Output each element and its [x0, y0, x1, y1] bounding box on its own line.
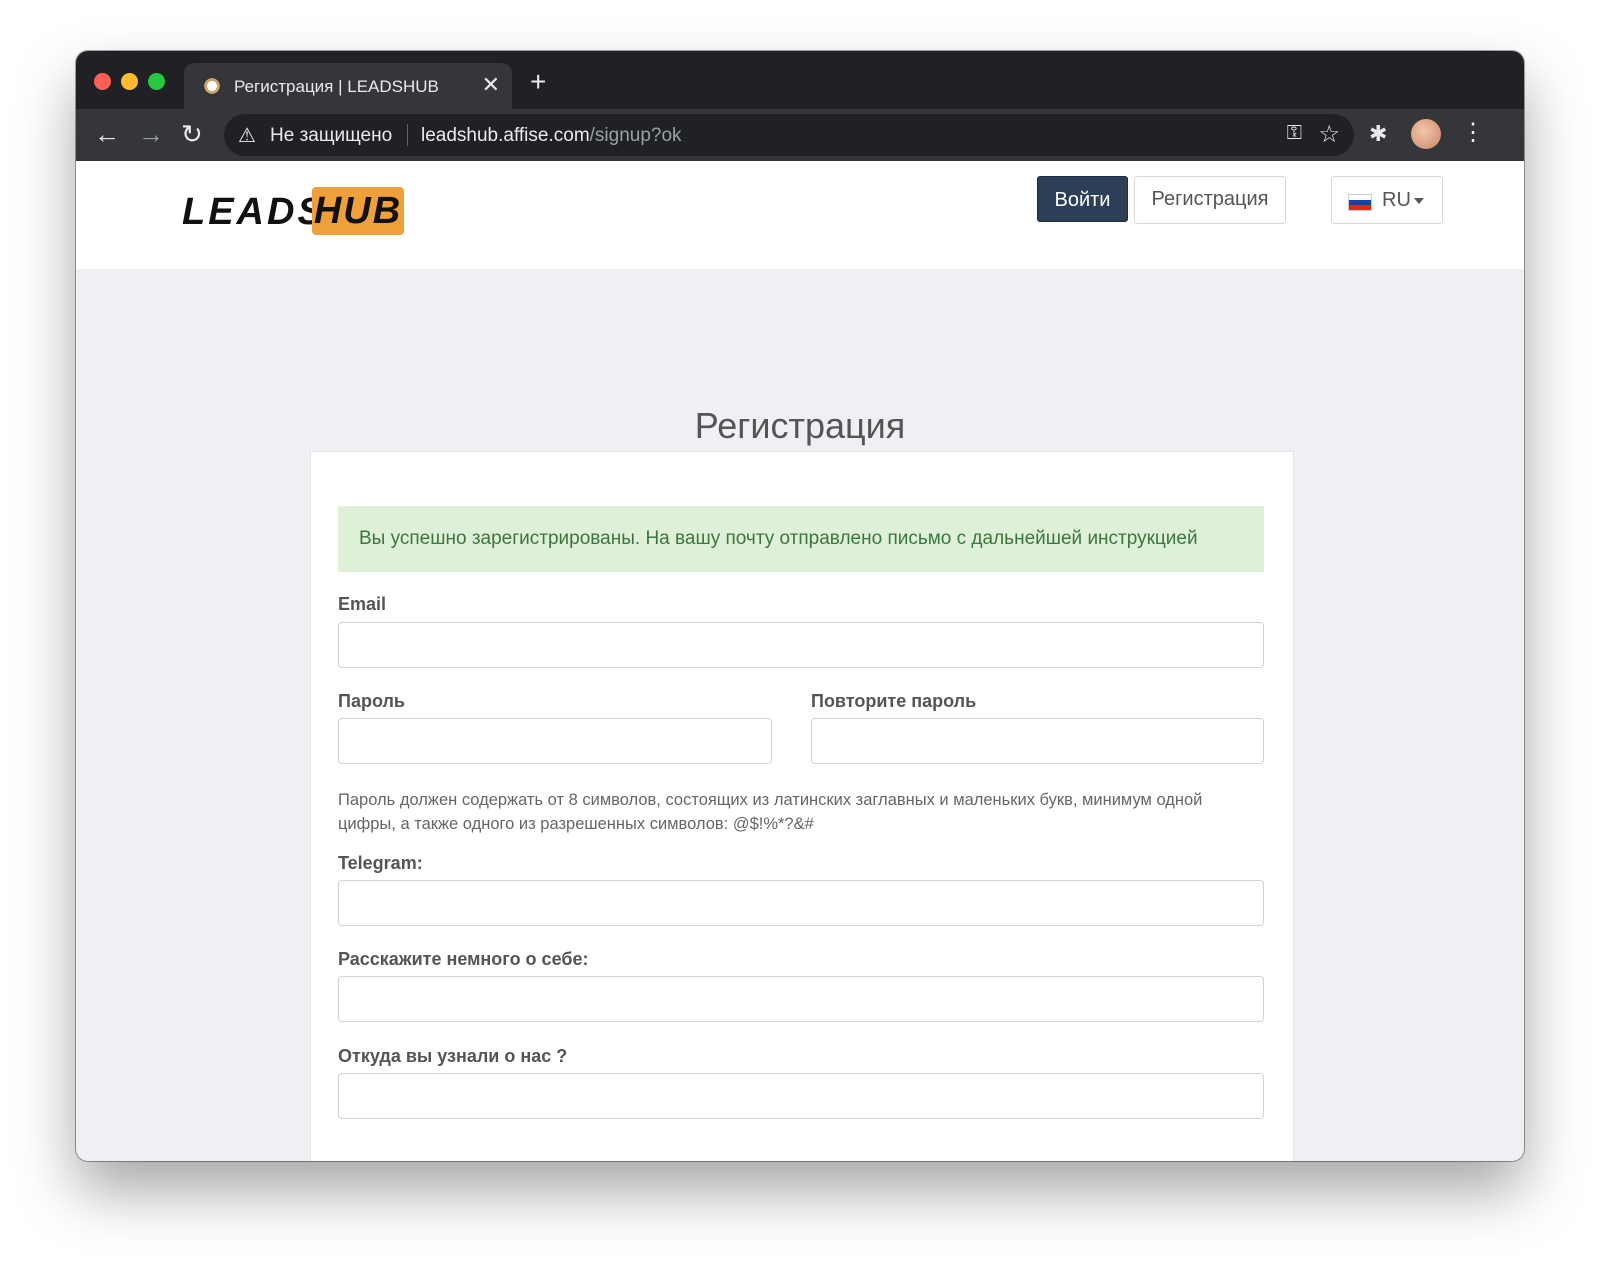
page-title: Регистрация: [694, 405, 906, 447]
url-path: /signup?ok: [589, 125, 682, 146]
password-hint: Пароль должен содержать от 8 символов, с…: [338, 791, 1203, 833]
site-favicon-icon: [202, 76, 222, 96]
telegram-field[interactable]: [338, 880, 1264, 926]
telegram-label: Telegram:: [338, 853, 423, 873]
russia-flag-icon: [1348, 194, 1372, 211]
browser-toolbar: ← → ↻ ⚠ Не защищено leadshub.affise.com/…: [76, 109, 1524, 161]
email-label: Email: [338, 594, 387, 614]
maximize-window-button[interactable]: [148, 73, 165, 90]
about-label: Расскажите немного о себе:: [338, 949, 589, 969]
tab-strip: Регистрация | LEADSHUB ✕ +: [76, 51, 1524, 109]
logo-text-leads: LEADS: [182, 191, 326, 233]
forward-arrow-icon[interactable]: →: [138, 119, 164, 149]
password-label: Пароль: [338, 691, 405, 711]
address-separator: [407, 124, 408, 146]
source-label: Откуда вы узнали о нас ?: [338, 1046, 568, 1066]
reload-icon[interactable]: ↻: [181, 119, 203, 149]
logo-text-hub: HUB: [312, 187, 404, 235]
login-button[interactable]: Войти: [1037, 176, 1128, 222]
tab-title: Регистрация | LEADSHUB: [234, 77, 439, 96]
password-repeat-field[interactable]: [811, 718, 1264, 764]
password-field[interactable]: [338, 718, 772, 764]
extensions-icon[interactable]: ✱: [1369, 121, 1387, 147]
tab-close-icon[interactable]: ✕: [482, 73, 500, 97]
site-header: LEADS HUB Войти Регистрация RU: [76, 161, 1524, 269]
password-repeat-label: Повторите пароль: [811, 691, 977, 711]
security-status[interactable]: Не защищено: [270, 125, 392, 147]
kebab-menu-icon[interactable]: ⋮: [1461, 118, 1485, 148]
register-button[interactable]: Регистрация: [1134, 176, 1286, 224]
chevron-down-icon: [1414, 198, 1424, 204]
avatar[interactable]: [1411, 119, 1441, 149]
language-dropdown[interactable]: RU: [1331, 176, 1443, 224]
url-host: leadshub.affise.com: [421, 125, 590, 146]
back-arrow-icon[interactable]: ←: [94, 119, 120, 149]
close-window-button[interactable]: [94, 73, 111, 90]
key-icon[interactable]: ⚿: [1287, 122, 1302, 145]
address-bar[interactable]: ⚠ Не защищено leadshub.affise.com/signup…: [224, 114, 1354, 156]
new-tab-button[interactable]: +: [530, 68, 546, 96]
language-code: RU: [1382, 189, 1411, 211]
active-tab[interactable]: Регистрация | LEADSHUB ✕: [184, 63, 512, 109]
source-field[interactable]: [338, 1073, 1264, 1119]
star-icon[interactable]: ☆: [1318, 120, 1340, 149]
success-alert: Вы успешно зарегистрированы. На вашу поч…: [338, 506, 1264, 572]
about-field[interactable]: [338, 976, 1264, 1022]
signup-form-card: Вы успешно зарегистрированы. На вашу поч…: [310, 451, 1294, 1161]
browser-window: Регистрация | LEADSHUB ✕ + ← → ↻ ⚠ Не за…: [76, 51, 1524, 1161]
warning-icon[interactable]: ⚠: [238, 123, 256, 148]
email-field[interactable]: [338, 622, 1264, 668]
url-text[interactable]: leadshub.affise.com/signup?ok: [421, 125, 682, 147]
minimize-window-button[interactable]: [121, 73, 138, 90]
